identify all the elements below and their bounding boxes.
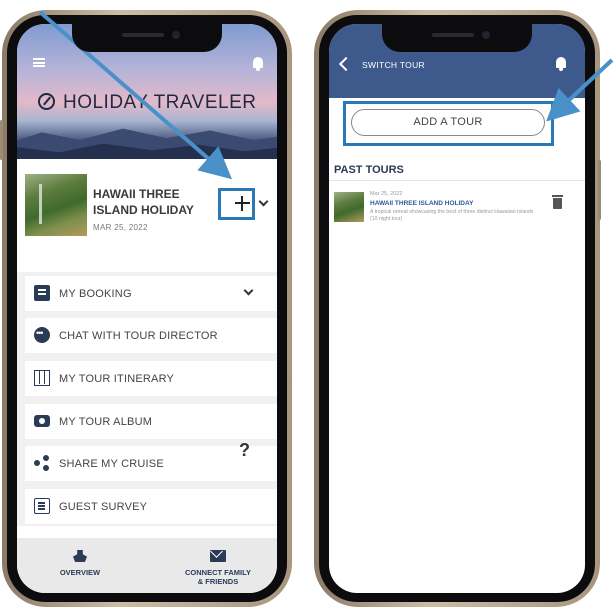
map-icon	[34, 370, 50, 386]
menu-item-chat[interactable]: CHAT WITH TOUR DIRECTOR	[25, 318, 277, 353]
chat-icon	[34, 327, 50, 343]
nav-connect[interactable]: CONNECT FAMILY & FRIENDS	[173, 538, 263, 593]
brand-logo: HOLIDAY TRAVELER	[17, 92, 277, 114]
bell-icon[interactable]	[253, 57, 263, 71]
screen-title: SWITCH TOUR	[362, 60, 425, 70]
screen-home: HOLIDAY TRAVELER HAWAII THREE ISLAND HOL…	[17, 24, 277, 593]
help-question-mark[interactable]: ?	[239, 440, 250, 461]
phone-notch	[72, 24, 222, 52]
menu-item-itinerary[interactable]: MY TOUR ITINERARY	[25, 361, 277, 396]
screen-switch-tour: SWITCH TOUR ADD A TOUR PAST TOURS Mar 25…	[329, 24, 585, 593]
past-tours-heading: PAST TOURS	[334, 164, 404, 176]
side-button	[598, 160, 601, 220]
bottom-nav: OVERVIEW CONNECT FAMILY & FRIENDS	[17, 538, 277, 593]
envelope-icon	[210, 550, 226, 562]
past-tour-description: A tropical retreat showcasing the best o…	[370, 209, 534, 222]
nav-overview[interactable]: OVERVIEW	[35, 538, 125, 593]
brand-name: HOLIDAY TRAVELER	[62, 92, 257, 113]
tour-title: HAWAII THREE ISLAND HOLIDAY	[93, 187, 194, 217]
phone-left: HOLIDAY TRAVELER HAWAII THREE ISLAND HOL…	[0, 10, 292, 607]
tour-dropdown-chevron-icon[interactable]	[258, 196, 269, 207]
tour-date: MAR 25, 2022	[93, 223, 148, 232]
add-tour-highlight-box	[343, 101, 554, 146]
survey-icon	[34, 498, 50, 514]
side-button	[0, 120, 3, 160]
hamburger-menu-icon[interactable]	[33, 58, 45, 67]
tour-thumbnail	[25, 174, 87, 236]
divider	[329, 180, 585, 181]
compass-logo-icon	[37, 92, 55, 110]
menu-item-survey[interactable]: GUEST SURVEY	[25, 489, 277, 524]
past-tour-thumbnail	[334, 192, 364, 222]
phone-notch	[382, 24, 532, 52]
trash-icon[interactable]	[552, 195, 563, 209]
share-icon	[34, 455, 50, 471]
camera-icon	[34, 415, 50, 427]
menu-item-my-booking[interactable]: MY BOOKING	[25, 276, 277, 311]
plus-highlight-box	[218, 188, 255, 220]
ship-icon	[73, 550, 87, 562]
bell-icon[interactable]	[556, 57, 566, 71]
menu-item-album[interactable]: MY TOUR ALBUM	[25, 404, 277, 439]
chevron-down-icon	[243, 285, 254, 296]
phone-right: SWITCH TOUR ADD A TOUR PAST TOURS Mar 25…	[314, 10, 601, 607]
past-tour-title: HAWAII THREE ISLAND HOLIDAY	[370, 200, 474, 207]
past-tour-date: Mar 25, 2022	[370, 191, 403, 197]
booking-icon	[34, 285, 50, 301]
main-menu: MY BOOKING CHAT WITH TOUR DIRECTOR MY TO…	[17, 272, 277, 526]
